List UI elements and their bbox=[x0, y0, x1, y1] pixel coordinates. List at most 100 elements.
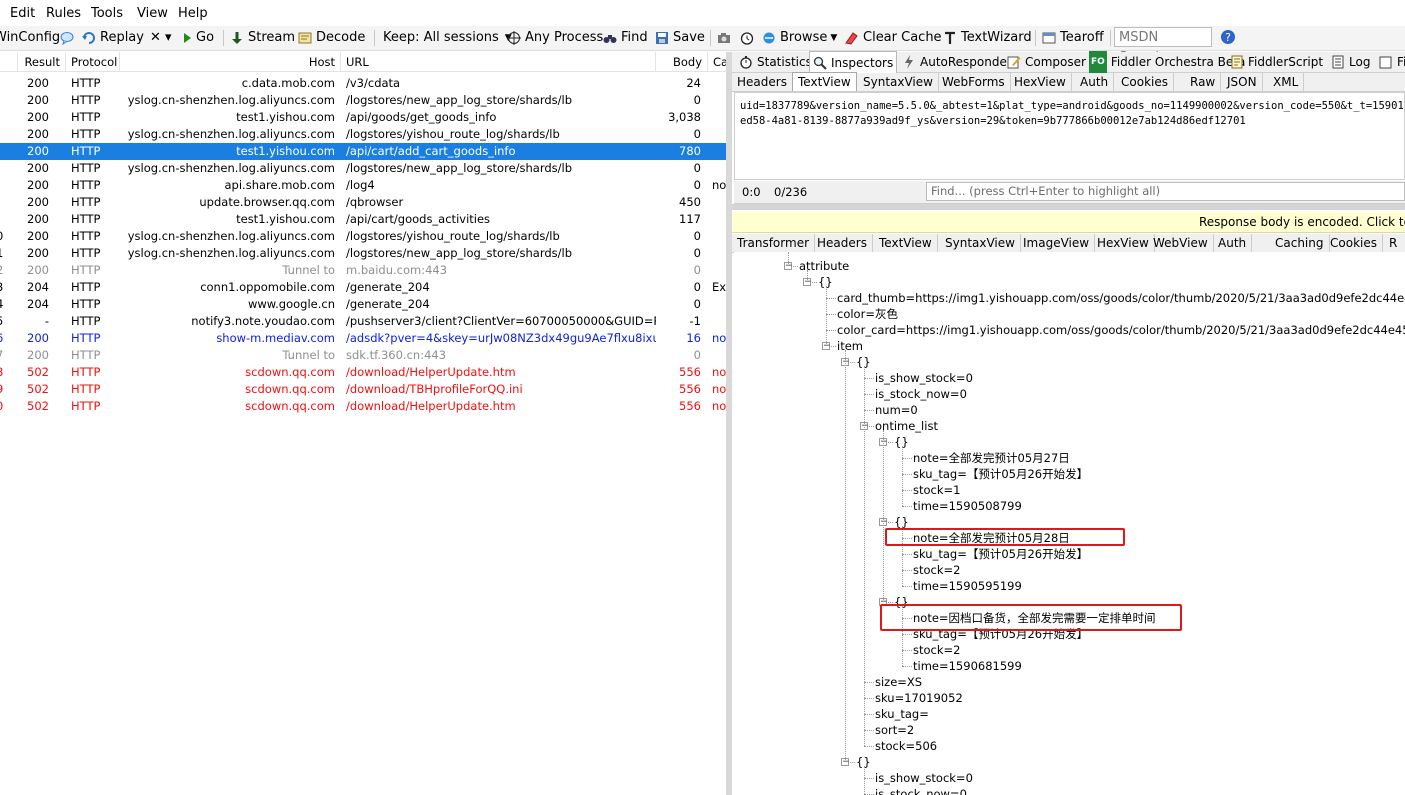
column-header-caching[interactable]: Ca bbox=[708, 52, 726, 72]
menu-help[interactable]: Help bbox=[178, 6, 208, 21]
go-button[interactable]: Go bbox=[182, 28, 214, 48]
response-tab-imageview[interactable]: ImageView bbox=[1018, 234, 1096, 252]
session-list[interactable]: Result Protocol Host URL Body Ca 200 HTTP… bbox=[0, 52, 726, 795]
tree-node[interactable]: stock=2 bbox=[913, 642, 960, 658]
request-tab-auth[interactable]: Auth bbox=[1075, 73, 1115, 91]
msdn-search-input[interactable]: MSDN Search... bbox=[1114, 27, 1212, 65]
request-tab-syntaxview[interactable]: SyntaxView bbox=[858, 73, 939, 91]
request-tab-textview[interactable]: TextView bbox=[792, 72, 857, 91]
tree-node[interactable]: note=全部发完预计05月27日 bbox=[913, 450, 1070, 466]
session-row[interactable]: 200 HTTP yslog.cn-shenzhen.log.aliyuncs.co… bbox=[0, 126, 726, 143]
menu-edit[interactable]: Edit bbox=[10, 6, 35, 21]
tree-node[interactable]: is_show_stock=0 bbox=[875, 370, 973, 386]
session-row[interactable]: 0 502 HTTP scdown.qq.com/download/HelperUpd… bbox=[0, 398, 726, 415]
tree-node[interactable]: sku_tag= bbox=[875, 706, 929, 722]
session-row[interactable]: 2 200 HTTP Tunnel to m.baidu.com:443 0 bbox=[0, 262, 726, 279]
response-tab-syntaxview[interactable]: SyntaxView bbox=[940, 234, 1021, 252]
session-row[interactable]: 200 HTTP yslog.cn-shenzhen.log.aliyuncs.co… bbox=[0, 160, 726, 177]
request-tab-json[interactable]: JSON bbox=[1222, 73, 1263, 91]
tree-node[interactable]: item bbox=[837, 338, 863, 354]
response-tab-hexview[interactable]: HexView bbox=[1092, 234, 1155, 252]
find-input[interactable]: Find... (press Ctrl+Enter to highlight a… bbox=[926, 182, 1405, 201]
column-header-id[interactable] bbox=[0, 52, 18, 72]
decode-button[interactable]: Decode bbox=[298, 28, 365, 48]
any-process-button[interactable]: Any Process bbox=[507, 28, 603, 48]
session-row[interactable]: 200 HTTP update.browser.qq.com/qbrowser 450 bbox=[0, 194, 726, 211]
save-button[interactable]: Save bbox=[655, 28, 705, 48]
tree-node[interactable]: sku=17019052 bbox=[875, 690, 963, 706]
tab-autoresponder[interactable]: AutoResponder bbox=[899, 52, 1015, 72]
response-json-tree[interactable]: attribute −{} − card_thumb=https://img1.yis… bbox=[734, 252, 1405, 795]
tree-node[interactable]: is_stock_now=0 bbox=[875, 786, 967, 795]
tree-node[interactable]: size=XS bbox=[875, 674, 922, 690]
request-tab-headers[interactable]: Headers bbox=[732, 73, 793, 91]
response-tab-headers[interactable]: Headers bbox=[812, 234, 873, 252]
tree-node[interactable]: is_stock_now=0 bbox=[875, 386, 967, 402]
column-header-body[interactable]: Body bbox=[656, 52, 708, 72]
session-row[interactable]: 9 502 HTTP scdown.qq.com/download/TBHprofil… bbox=[0, 381, 726, 398]
response-tab-transformer[interactable]: Transformer bbox=[732, 234, 816, 252]
tab-log[interactable]: Log bbox=[1328, 52, 1373, 72]
session-row[interactable]: 3 204 HTTP conn1.oppomobile.com/generate_20… bbox=[0, 279, 726, 296]
menu-tools[interactable]: Tools bbox=[91, 6, 123, 21]
winconfig-button[interactable]: WinConfig bbox=[0, 28, 60, 48]
session-row[interactable]: 200 HTTP test1.yishou.com/api/goods/get_go… bbox=[0, 109, 726, 126]
stream-button[interactable]: Stream bbox=[230, 28, 295, 48]
tab-statistics[interactable]: Statistics bbox=[736, 52, 815, 72]
tree-node[interactable]: card_thumb=https://img1.yishouapp.com/os… bbox=[837, 290, 1405, 306]
menu-view[interactable]: View bbox=[137, 6, 168, 21]
screenshot-button[interactable] bbox=[717, 28, 735, 48]
browse-button[interactable]: Browse ▼ bbox=[762, 28, 837, 48]
session-row[interactable]: 5 - HTTP notify3.note.youdao.com/pushserver… bbox=[0, 313, 726, 330]
session-row[interactable]: 200 HTTP test1.yishou.com/api/cart/add_car… bbox=[0, 143, 726, 160]
request-tab-raw[interactable]: Raw bbox=[1185, 73, 1222, 91]
session-row[interactable]: 4 204 HTTP www.google.cn/generate_204 0 bbox=[0, 296, 726, 313]
column-header-url[interactable]: URL bbox=[341, 52, 656, 72]
response-tab-textview[interactable]: TextView bbox=[874, 234, 938, 252]
tree-node[interactable]: time=1590508799 bbox=[913, 498, 1022, 514]
help-icon[interactable]: ? bbox=[1220, 29, 1236, 45]
tree-node[interactable]: time=1590595199 bbox=[913, 578, 1022, 594]
tab-fiddler-orchestra[interactable]: FO Fiddler Orchestra Beta bbox=[1086, 51, 1248, 73]
clear-cache-button[interactable]: Clear Cache bbox=[845, 28, 942, 48]
tree-node[interactable]: time=1590681599 bbox=[913, 658, 1022, 674]
tree-node[interactable]: color=灰色 bbox=[837, 306, 898, 322]
tab-fiddlerscript[interactable]: FiddlerScript bbox=[1227, 52, 1326, 72]
response-tab-raw[interactable]: R bbox=[1384, 234, 1402, 252]
replay-button[interactable]: Replay bbox=[82, 28, 144, 48]
find-button[interactable]: Find bbox=[603, 28, 648, 48]
tree-node[interactable]: color_card=https://img1.yishouapp.com/os… bbox=[837, 322, 1405, 338]
session-row[interactable]: 8 502 HTTP scdown.qq.com/download/HelperUpd… bbox=[0, 364, 726, 381]
request-body-textview[interactable]: uid=1837789&version_name=5.5.0&_abtest=1… bbox=[734, 92, 1405, 180]
session-row[interactable]: 200 HTTP test1.yishou.com/api/cart/goods_a… bbox=[0, 211, 726, 228]
response-encoded-banner[interactable]: Response body is encoded. Click to deco bbox=[732, 212, 1405, 233]
response-tab-auth[interactable]: Auth bbox=[1213, 234, 1253, 252]
tree-node[interactable]: ontime_list bbox=[875, 418, 938, 434]
column-header-host[interactable]: Host bbox=[120, 52, 341, 72]
session-row[interactable]: 1 200 HTTP yslog.cn-shenzhen.log.aliyuncs.c… bbox=[0, 245, 726, 262]
vertical-splitter[interactable] bbox=[726, 52, 732, 795]
tree-node[interactable]: stock=506 bbox=[875, 738, 937, 754]
tab-filters[interactable]: Fi bbox=[1376, 52, 1405, 72]
remove-dropdown[interactable]: ✕ ▾ bbox=[150, 28, 172, 48]
tab-composer[interactable]: Composer bbox=[1004, 52, 1089, 72]
request-tab-xml[interactable]: XML bbox=[1268, 73, 1305, 91]
response-tab-caching[interactable]: Caching bbox=[1270, 234, 1330, 252]
tree-node[interactable]: stock=2 bbox=[913, 562, 960, 578]
column-header-protocol[interactable]: Protocol bbox=[66, 52, 120, 72]
session-row[interactable]: 200 HTTP api.share.mob.com/log4 0 no bbox=[0, 177, 726, 194]
session-row[interactable]: 0 200 HTTP yslog.cn-shenzhen.log.aliyuncs.c… bbox=[0, 228, 726, 245]
session-row[interactable]: 200 HTTP c.data.mob.com/v3/cdata 24 bbox=[0, 75, 726, 92]
tree-node[interactable]: sort=2 bbox=[875, 722, 914, 738]
request-tab-cookies[interactable]: Cookies bbox=[1116, 73, 1174, 91]
tree-node[interactable]: num=0 bbox=[875, 402, 918, 418]
column-header-result[interactable]: Result bbox=[18, 52, 66, 72]
session-row[interactable]: 7 200 HTTP Tunnel to sdk.tf.360.cn:443 0 bbox=[0, 347, 726, 364]
tab-inspectors[interactable]: Inspectors bbox=[809, 51, 898, 74]
textwizard-button[interactable]: TextWizard bbox=[943, 28, 1032, 48]
tree-node[interactable]: sku_tag=【预计05月26开始发】 bbox=[913, 546, 1088, 562]
request-tab-webforms[interactable]: WebForms bbox=[937, 73, 1011, 91]
session-row[interactable]: 6 200 HTTP show-m.mediav.com/adsdk?pver=4&s… bbox=[0, 330, 726, 347]
tree-node[interactable]: stock=1 bbox=[913, 482, 960, 498]
request-tab-hexview[interactable]: HexView bbox=[1009, 73, 1072, 91]
